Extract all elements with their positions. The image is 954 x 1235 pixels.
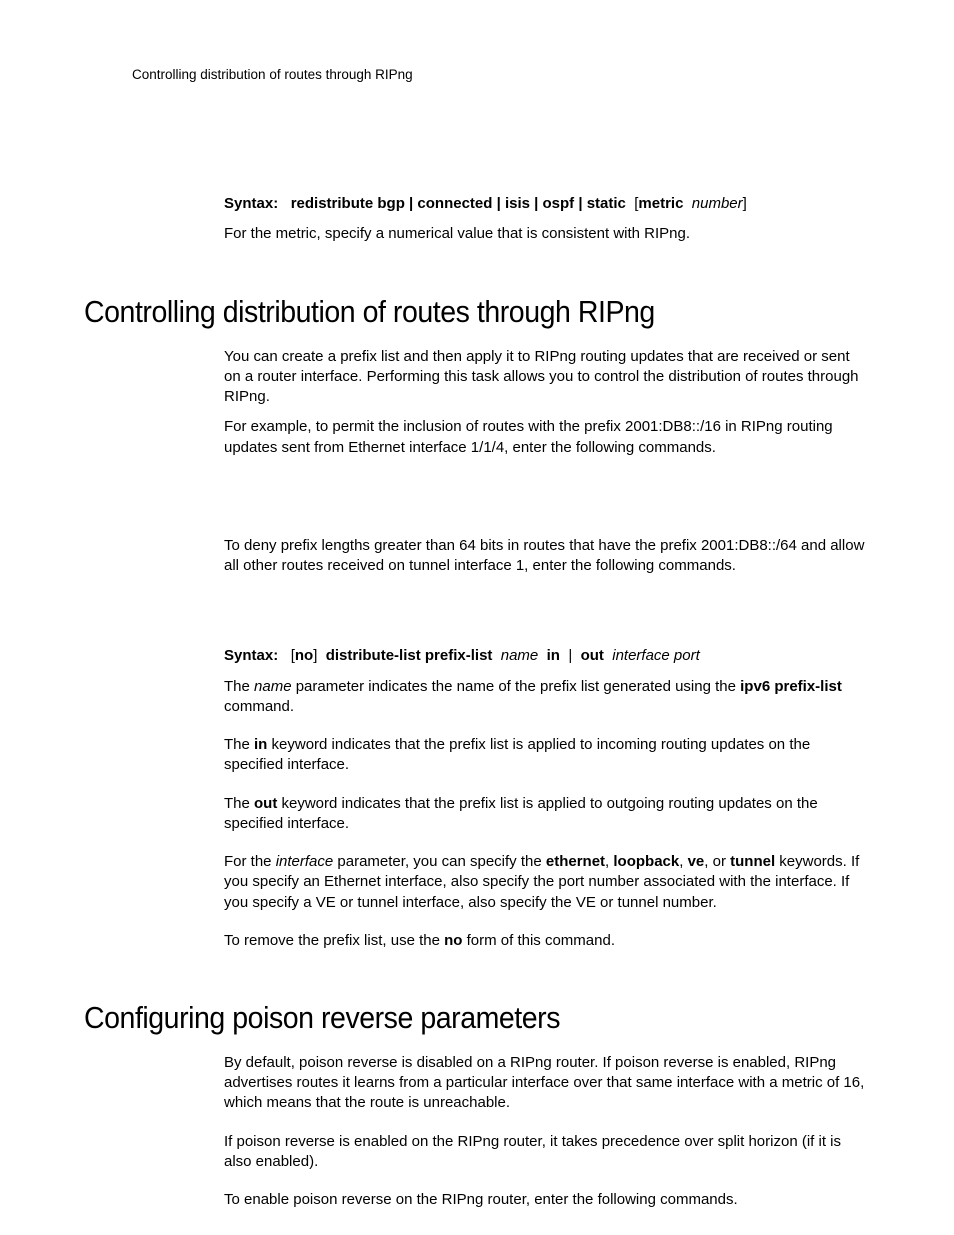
kw-distribute-list: distribute-list prefix-list <box>326 647 493 664</box>
para-poison-2: If poison reverse is enabled on the RIPn… <box>224 1132 866 1173</box>
pipe: | <box>568 647 572 664</box>
text: parameter indicates the name of the pref… <box>292 678 741 695</box>
text: keyword indicates that the prefix list i… <box>224 736 810 773</box>
para-intro-1: You can create a prefix list and then ap… <box>224 347 866 408</box>
arg-interface: interface <box>276 853 334 870</box>
para-in-keyword: The in keyword indicates that the prefix… <box>224 735 866 776</box>
para-poison-1: By default, poison reverse is disabled o… <box>224 1053 866 1114</box>
arg-name: name <box>254 678 292 695</box>
kw-no: no <box>295 647 313 664</box>
kw-ipv6-prefix-list: ipv6 prefix-list <box>740 678 842 695</box>
bracket-close: ] <box>743 195 747 212</box>
kw-no: no <box>444 932 462 949</box>
heading-poison-reverse: Configuring poison reverse parameters <box>84 997 807 1039</box>
bracket-close: ] <box>313 647 317 664</box>
para-poison-3: To enable poison reverse on the RIPng ro… <box>224 1190 866 1210</box>
text: For the <box>224 853 276 870</box>
text: The <box>224 678 254 695</box>
para-interface-param: For the interface parameter, you can spe… <box>224 852 866 913</box>
running-header: Controlling distribution of routes throu… <box>132 60 870 84</box>
text: form of this command. <box>462 932 615 949</box>
kw-out: out <box>254 795 277 812</box>
syntax-label: Syntax: <box>224 195 278 212</box>
arg-number: number <box>692 195 743 212</box>
para-remove-prefix: To remove the prefix list, use the no fo… <box>224 931 866 951</box>
para-metric-note: For the metric, specify a numerical valu… <box>224 224 866 244</box>
kw-ethernet: ethernet <box>546 853 605 870</box>
kw-metric: metric <box>638 195 683 212</box>
syntax-body: redistribute bgp | connected | isis | os… <box>291 195 626 212</box>
text: The <box>224 795 254 812</box>
kw-in: in <box>254 736 267 753</box>
syntax-redistribute: Syntax: redistribute bgp | connected | i… <box>224 194 866 214</box>
text: , <box>679 853 687 870</box>
kw-tunnel: tunnel <box>730 853 775 870</box>
syntax-distribute-list: Syntax: [no] distribute-list prefix-list… <box>224 646 866 666</box>
text: command. <box>224 698 294 715</box>
text: The <box>224 736 254 753</box>
kw-in: in <box>547 647 560 664</box>
kw-loopback: loopback <box>613 853 679 870</box>
text: keyword indicates that the prefix list i… <box>224 795 818 832</box>
arg-interface-port: interface port <box>612 647 700 664</box>
kw-ve: ve <box>688 853 705 870</box>
text: parameter, you can specify the <box>333 853 546 870</box>
para-intro-2: For example, to permit the inclusion of … <box>224 417 866 458</box>
text: , or <box>704 853 730 870</box>
syntax-label: Syntax: <box>224 647 278 664</box>
para-deny: To deny prefix lengths greater than 64 b… <box>224 536 866 577</box>
arg-name: name <box>501 647 539 664</box>
para-name-param: The name parameter indicates the name of… <box>224 677 866 718</box>
kw-out: out <box>581 647 604 664</box>
heading-controlling-distribution: Controlling distribution of routes throu… <box>84 291 807 333</box>
page: Controlling distribution of routes throu… <box>0 0 954 1235</box>
text: To remove the prefix list, use the <box>224 932 444 949</box>
para-out-keyword: The out keyword indicates that the prefi… <box>224 794 866 835</box>
